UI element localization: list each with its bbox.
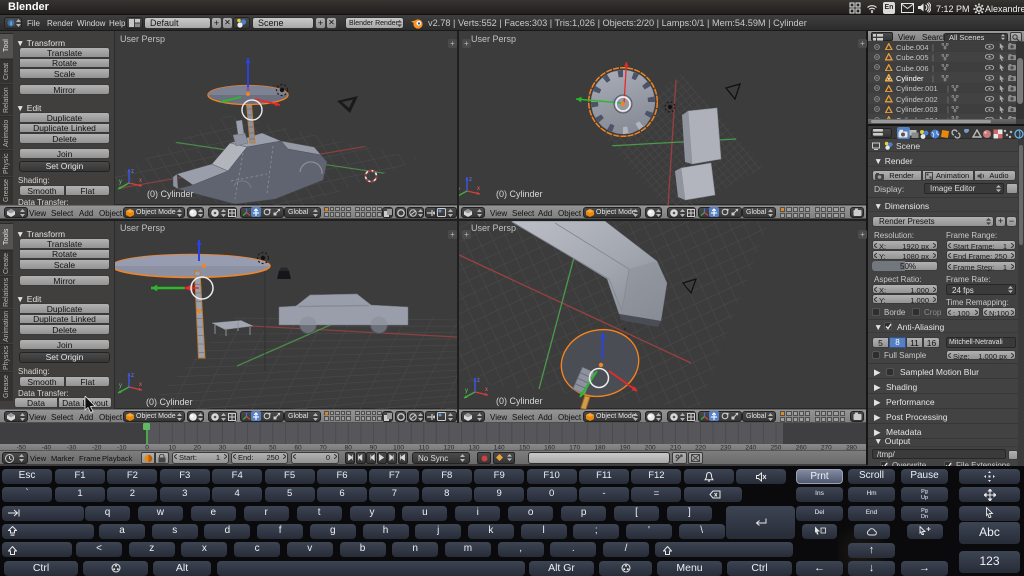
- svg-text:z: z: [131, 373, 134, 379]
- svg-text:z: z: [477, 378, 480, 384]
- svg-text:y: y: [459, 187, 460, 193]
- svg-text:y: y: [119, 179, 122, 185]
- svg-text:(0) Cylinder: (0) Cylinder: [496, 396, 543, 406]
- svg-text:User Persp: User Persp: [120, 223, 165, 233]
- svg-text:User Persp: User Persp: [120, 34, 165, 44]
- svg-text:x: x: [477, 186, 480, 192]
- svg-text:(0) Cylinder: (0) Cylinder: [147, 189, 194, 199]
- svg-text:(0) Cylinder: (0) Cylinder: [496, 189, 543, 199]
- svg-text:x: x: [139, 178, 142, 184]
- svg-text:y: y: [119, 383, 122, 389]
- svg-text:x: x: [139, 382, 142, 388]
- svg-text:User Persp: User Persp: [471, 34, 516, 44]
- svg-text:z: z: [469, 177, 472, 183]
- svg-text:i: i: [10, 22, 11, 28]
- svg-text:User Persp: User Persp: [471, 223, 516, 233]
- svg-text:z: z: [131, 169, 134, 175]
- svg-text:x: x: [485, 387, 488, 393]
- svg-text:y: y: [465, 388, 468, 394]
- svg-text:(0) Cylinder: (0) Cylinder: [146, 397, 193, 407]
